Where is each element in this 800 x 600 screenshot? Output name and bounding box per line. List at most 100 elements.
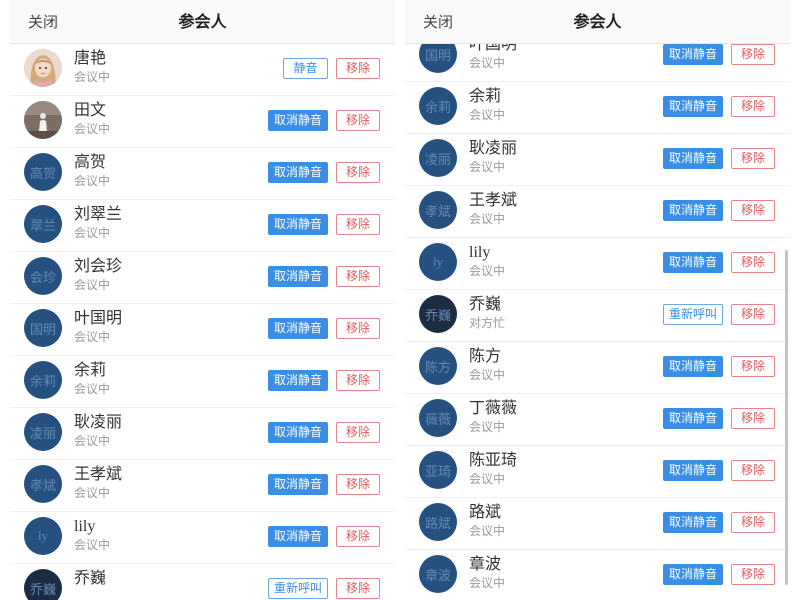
unmute-button[interactable]: 取消静音 xyxy=(663,408,723,429)
row-actions: 取消静音 移除 xyxy=(268,422,380,443)
unmute-button[interactable]: 取消静音 xyxy=(663,200,723,221)
participant-row: 余莉 余莉 会议中 取消静音 移除 xyxy=(10,356,395,408)
unmute-button[interactable]: 取消静音 xyxy=(663,96,723,117)
avatar: 亚琦 xyxy=(419,451,457,489)
row-actions: 取消静音 移除 xyxy=(268,318,380,339)
unmute-button[interactable]: 取消静音 xyxy=(663,512,723,533)
redial-button[interactable]: 重新呼叫 xyxy=(663,304,723,325)
remove-button[interactable]: 移除 xyxy=(336,162,380,183)
participant-row: 凌丽 耿凌丽会议中 取消静音 移除 xyxy=(405,134,790,186)
scrollbar[interactable] xyxy=(785,250,788,585)
remove-button[interactable]: 移除 xyxy=(336,422,380,443)
unmute-button[interactable]: 取消静音 xyxy=(268,422,328,443)
remove-button[interactable]: 移除 xyxy=(336,266,380,287)
avatar-initials: 薇薇 xyxy=(424,411,451,427)
participant-list[interactable]: 唐艳 会议中 静音 移除 田文 会议中 取消静音 移除 高贺 高贺 会议中 取消静音 移除 翠兰 刘翠兰 会议… xyxy=(10,44,395,600)
avatar: 薇薇 xyxy=(419,399,457,437)
remove-button[interactable]: 移除 xyxy=(731,252,775,273)
participant-row: 高贺 高贺 会议中 取消静音 移除 xyxy=(10,148,395,200)
avatar-initials: ly xyxy=(432,254,444,269)
row-actions: 取消静音 移除 xyxy=(663,512,775,533)
participant-rows: 国明 叶国明 会议中 取消静音 移除 余莉 余莉 会议中 取消静音 移除 凌丽 耿凌丽 会议中 取消静音移… xyxy=(405,44,790,600)
remove-button[interactable]: 移除 xyxy=(336,370,380,391)
participant-status: 会议中 xyxy=(74,382,111,396)
participants-screen-right: 关闭 参会人 国明 叶国明 会议中 取消静音 移除 余莉 余莉 会议中 取消静音 移除 凌丽 耿凌丽会… xyxy=(405,0,790,600)
remove-button[interactable]: 移除 xyxy=(336,578,380,599)
unmute-button[interactable]: 取消静音 xyxy=(268,162,328,183)
participant-row: 陈方 陈方 会议中 取消静音 移除 xyxy=(405,342,790,394)
participant-list[interactable]: 国明 叶国明 会议中 取消静音 移除 余莉 余莉 会议中 取消静音 移除 凌丽 耿凌丽 会议中 取消静音移… xyxy=(405,44,790,600)
participant-name: 丁薇薇 xyxy=(469,400,518,417)
remove-button[interactable]: 移除 xyxy=(731,512,775,533)
row-actions: 取消静音 移除 xyxy=(268,370,380,391)
participant-row: 唐艳 会议中 静音 移除 xyxy=(10,44,395,96)
avatar: 孝斌 xyxy=(419,191,457,229)
unmute-button[interactable]: 取消静音 xyxy=(268,214,328,235)
unmute-button[interactable]: 取消静音 xyxy=(268,370,328,391)
avatar-initials: 乔巍 xyxy=(424,307,451,323)
participant-status: 会议中 xyxy=(74,226,111,240)
participant-name: 耿凌丽 xyxy=(74,414,123,431)
remove-button[interactable]: 移除 xyxy=(336,214,380,235)
close-button[interactable]: 关闭 xyxy=(423,12,453,32)
participant-row: 田文 会议中 取消静音 移除 xyxy=(10,96,395,148)
redial-button[interactable]: 重新呼叫 xyxy=(268,578,328,599)
avatar-initials: 国明 xyxy=(29,321,56,337)
unmute-button[interactable]: 取消静音 xyxy=(663,356,723,377)
participant-status: 会议中 xyxy=(469,420,506,434)
remove-button[interactable]: 移除 xyxy=(731,200,775,221)
remove-button[interactable]: 移除 xyxy=(731,44,775,65)
unmute-button[interactable]: 取消静音 xyxy=(663,460,723,481)
participant-status: 会议中 xyxy=(469,160,506,174)
row-actions: 取消静音 移除 xyxy=(268,162,380,183)
remove-button[interactable]: 移除 xyxy=(731,148,775,169)
row-actions: 取消静音 移除 xyxy=(663,148,775,169)
remove-button[interactable]: 移除 xyxy=(731,564,775,585)
remove-button[interactable]: 移除 xyxy=(336,58,380,79)
remove-button[interactable]: 移除 xyxy=(731,408,775,429)
participant-name: 高贺 xyxy=(74,154,107,171)
remove-button[interactable]: 移除 xyxy=(731,304,775,325)
participant-status: 会议中 xyxy=(469,212,506,226)
participant-status: 会议中 xyxy=(74,122,111,136)
remove-button[interactable]: 移除 xyxy=(336,526,380,547)
row-actions: 取消静音 移除 xyxy=(268,110,380,131)
participant-status: 会议中 xyxy=(74,278,111,292)
participant-row: 章波 章波 会议中 取消静音 移除 xyxy=(405,550,790,600)
participant-row: 路斌 路斌 会议中 取消静音 移除 xyxy=(405,498,790,550)
participant-status: 对方忙 xyxy=(469,316,506,330)
remove-button[interactable]: 移除 xyxy=(731,356,775,377)
participant-name: 乔巍 xyxy=(469,296,502,313)
remove-button[interactable]: 移除 xyxy=(336,110,380,131)
participant-name: 刘翠兰 xyxy=(74,206,123,223)
avatar: 国明 xyxy=(24,309,62,347)
remove-button[interactable]: 移除 xyxy=(731,460,775,481)
avatar-initials: 国明 xyxy=(424,47,451,63)
unmute-button[interactable]: 取消静音 xyxy=(268,526,328,547)
unmute-button[interactable]: 取消静音 xyxy=(663,564,723,585)
avatar: 凌丽 xyxy=(419,139,457,177)
unmute-button[interactable]: 取消静音 xyxy=(663,252,723,273)
unmute-button[interactable]: 取消静音 xyxy=(663,44,723,65)
avatar-initials: 乔巍 xyxy=(29,581,56,597)
row-actions: 取消静音 移除 xyxy=(663,408,775,429)
participant-name: 耿凌丽 xyxy=(469,140,518,157)
remove-button[interactable]: 移除 xyxy=(336,318,380,339)
remove-button[interactable]: 移除 xyxy=(336,474,380,495)
avatar: 路斌 xyxy=(419,503,457,541)
unmute-button[interactable]: 取消静音 xyxy=(268,318,328,339)
participant-status: 会议中 xyxy=(469,472,506,486)
unmute-button[interactable]: 取消静音 xyxy=(268,266,328,287)
participant-row: 会珍 刘会珍 会议中 取消静音 移除 xyxy=(10,252,395,304)
participant-row: 乔巍 乔巍 对方忙 重新呼叫 移除 xyxy=(405,290,790,342)
participant-name: 叶国明 xyxy=(74,310,123,327)
person-photo-icon xyxy=(24,101,62,139)
participant-status: 会议中 xyxy=(74,70,111,84)
avatar-initials: 亚琦 xyxy=(424,463,451,479)
unmute-button[interactable]: 取消静音 xyxy=(268,474,328,495)
unmute-button[interactable]: 取消静音 xyxy=(268,110,328,131)
unmute-button[interactable]: 取消静音 xyxy=(663,148,723,169)
mute-button[interactable]: 静音 xyxy=(283,58,328,79)
remove-button[interactable]: 移除 xyxy=(731,96,775,117)
close-button[interactable]: 关闭 xyxy=(28,12,58,32)
